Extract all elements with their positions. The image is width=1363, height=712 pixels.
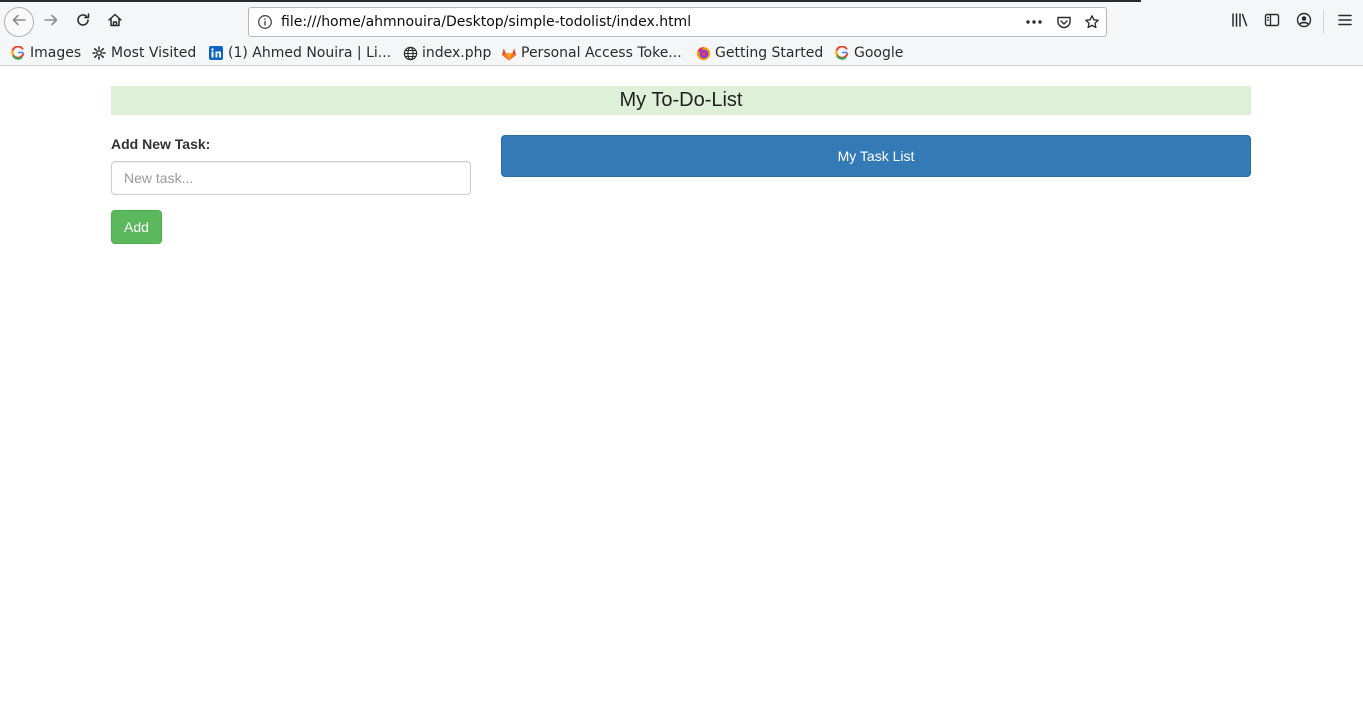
account-button[interactable] — [1290, 7, 1318, 37]
more-horizontal-icon[interactable] — [1023, 12, 1045, 32]
toolbar-separator — [1323, 10, 1324, 34]
page-title: My To-Do-List — [111, 86, 1251, 115]
url-bar[interactable]: file:///home/ahmnouira/Desktop/simple-to… — [248, 7, 1107, 37]
arrow-right-icon — [43, 12, 59, 32]
forward-button[interactable] — [36, 7, 66, 37]
add-button[interactable]: Add — [111, 210, 162, 244]
account-icon — [1296, 12, 1312, 32]
bookmark-label: Google — [854, 45, 904, 61]
google-icon — [10, 45, 26, 61]
page-content: My To-Do-List Add New Task: Add My Task … — [0, 67, 1363, 712]
bookmark-label: Getting Started — [715, 45, 824, 61]
bookmark-label: (1) Ahmed Nouira | Li... — [228, 45, 392, 61]
star-icon[interactable] — [1081, 12, 1103, 32]
task-list-heading: My Task List — [501, 135, 1251, 177]
bookmark-label: Most Visited — [111, 45, 197, 61]
linkedin-icon — [208, 45, 224, 61]
url-text[interactable]: file:///home/ahmnouira/Desktop/simple-to… — [281, 8, 691, 36]
pocket-icon[interactable] — [1053, 12, 1075, 32]
info-icon[interactable] — [257, 14, 273, 30]
bookmark-images[interactable]: Images — [10, 43, 81, 63]
navigation-toolbar: file:///home/ahmnouira/Desktop/simple-to… — [0, 2, 1363, 40]
browser-chrome: file:///home/ahmnouira/Desktop/simple-to… — [0, 0, 1363, 66]
home-icon — [107, 12, 123, 32]
gitlab-icon — [501, 45, 517, 61]
bookmark-index-php[interactable]: index.php — [402, 43, 491, 63]
gear-icon — [91, 45, 107, 61]
bookmark-most-visited[interactable]: Most Visited — [91, 43, 196, 63]
menu-button[interactable] — [1331, 7, 1359, 37]
add-task-label: Add New Task: — [111, 136, 211, 152]
reload-button[interactable] — [68, 7, 98, 37]
back-button[interactable] — [4, 7, 34, 37]
reload-icon — [75, 12, 91, 32]
bookmark-gitlab[interactable]: Personal Access Toke... — [501, 43, 682, 63]
new-task-input[interactable] — [111, 161, 471, 195]
bookmark-label: Personal Access Toke... — [521, 45, 682, 61]
home-button[interactable] — [100, 7, 130, 37]
bookmark-linkedin[interactable]: (1) Ahmed Nouira | Li... — [208, 43, 391, 63]
bookmark-label: index.php — [422, 45, 492, 61]
library-button[interactable] — [1226, 7, 1254, 37]
hamburger-menu-icon — [1337, 12, 1353, 32]
arrow-left-icon — [11, 12, 27, 32]
globe-icon — [402, 45, 418, 61]
google-icon — [834, 45, 850, 61]
firefox-icon — [695, 45, 711, 61]
sidebar-icon — [1264, 12, 1280, 32]
bookmark-label: Images — [30, 45, 82, 61]
sidebar-button[interactable] — [1258, 7, 1286, 37]
bookmark-google[interactable]: Google — [834, 43, 903, 63]
bookmarks-toolbar: Images Most Visited (1) Ahmed Nouira | L… — [0, 40, 1363, 66]
bookmark-getting-started[interactable]: Getting Started — [695, 43, 823, 63]
library-icon — [1231, 12, 1249, 32]
